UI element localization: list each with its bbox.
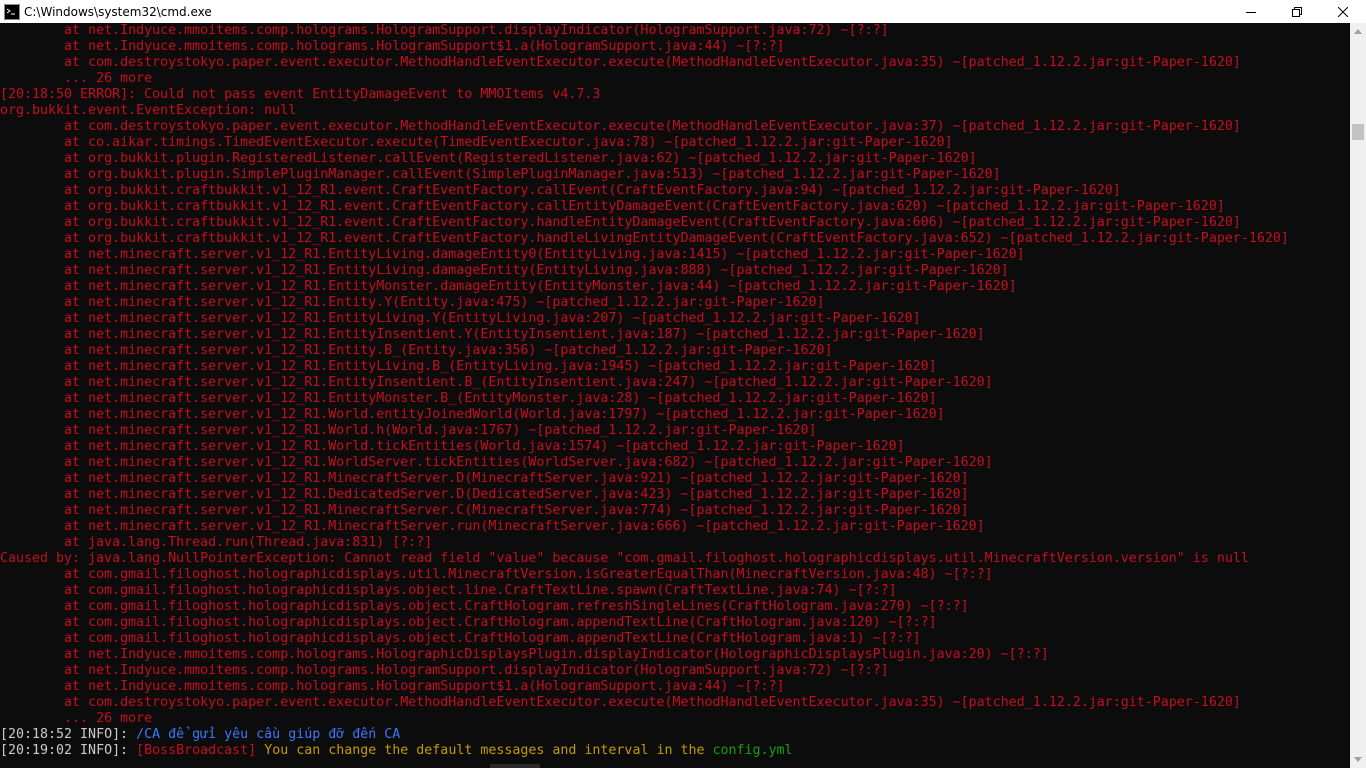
log-lines: at net.Indyuce.mmoitems.comp.holograms.H… xyxy=(0,23,1350,727)
log-line: at org.bukkit.plugin.SimplePluginManager… xyxy=(0,167,1001,182)
log-line: at co.aikar.timings.TimedEventExecutor.e… xyxy=(0,135,953,150)
log-line: at net.minecraft.server.v1_12_R1.Minecra… xyxy=(0,503,969,518)
log-line: at net.minecraft.server.v1_12_R1.Dedicat… xyxy=(0,487,969,502)
log-line: at net.minecraft.server.v1_12_R1.World.h… xyxy=(0,423,817,438)
title-bar[interactable]: C:\Windows\system32\cmd.exe xyxy=(0,0,1366,23)
log-line: at net.minecraft.server.v1_12_R1.EntityM… xyxy=(0,279,1017,294)
log-line: at org.bukkit.craftbukkit.v1_12_R1.event… xyxy=(0,215,1241,230)
log-line: Caused by: java.lang.NullPointerExceptio… xyxy=(0,551,1249,566)
log-line: [20:18:50 ERROR]: Could not pass event E… xyxy=(0,87,601,102)
log-line: at com.gmail.filoghost.holographicdispla… xyxy=(0,631,921,646)
log-line: at net.minecraft.server.v1_12_R1.World.t… xyxy=(0,439,905,454)
minimize-button[interactable] xyxy=(1228,0,1274,23)
scroll-down-button[interactable] xyxy=(1350,751,1366,768)
log-line: at net.Indyuce.mmoitems.comp.holograms.H… xyxy=(0,647,1049,662)
log-line: at com.gmail.filoghost.holographicdispla… xyxy=(0,615,937,630)
log-line: at net.minecraft.server.v1_12_R1.EntityM… xyxy=(0,391,937,406)
window-controls xyxy=(1228,0,1366,23)
chevron-down-icon xyxy=(1354,757,1362,762)
log-line: at java.lang.Thread.run(Thread.java:831)… xyxy=(0,535,433,550)
log-line: at net.minecraft.server.v1_12_R1.Entity.… xyxy=(0,295,825,310)
cmd-icon xyxy=(4,3,20,20)
log-prefix: [20:18:52 INFO]: xyxy=(0,727,137,742)
log-line: at com.gmail.filoghost.holographicdispla… xyxy=(0,567,993,582)
log-line: at net.minecraft.server.v1_12_R1.World.e… xyxy=(0,407,945,422)
log-line: ... 26 more xyxy=(0,711,153,726)
log-line: at net.Indyuce.mmoitems.comp.holograms.H… xyxy=(0,663,889,678)
log-line: at net.minecraft.server.v1_12_R1.Entity.… xyxy=(0,343,833,358)
log-line: at com.gmail.filoghost.holographicdispla… xyxy=(0,599,969,614)
info-line: [20:19:02 INFO]: [BossBroadcast] You can… xyxy=(0,743,1350,759)
log-line: at org.bukkit.craftbukkit.v1_12_R1.event… xyxy=(0,183,1121,198)
console-output[interactable]: at net.Indyuce.mmoitems.comp.holograms.H… xyxy=(0,23,1350,768)
vertical-scrollbar[interactable] xyxy=(1350,23,1366,768)
restore-icon xyxy=(1292,6,1302,17)
log-line: at org.bukkit.plugin.RegisteredListener.… xyxy=(0,151,977,166)
log-line: ... 26 more xyxy=(0,71,153,86)
scroll-up-button[interactable] xyxy=(1350,23,1366,40)
log-line: at net.Indyuce.mmoitems.comp.holograms.H… xyxy=(0,23,889,38)
log-line: at net.minecraft.server.v1_12_R1.EntityL… xyxy=(0,359,937,374)
log-line: at net.minecraft.server.v1_12_R1.EntityL… xyxy=(0,247,1025,262)
log-line: org.bukkit.event.EventException: null xyxy=(0,103,297,118)
taskbar-peek xyxy=(490,764,540,768)
log-line: at net.Indyuce.mmoitems.comp.holograms.H… xyxy=(0,39,785,54)
scroll-thumb[interactable] xyxy=(1352,124,1364,140)
window-title: C:\Windows\system32\cmd.exe xyxy=(24,4,212,19)
log-line: at net.minecraft.server.v1_12_R1.EntityL… xyxy=(0,311,921,326)
close-button[interactable] xyxy=(1320,0,1366,23)
plugin-tag: [BossBroadcast] xyxy=(136,743,257,758)
log-line: at com.destroystokyo.paper.event.executo… xyxy=(0,695,1241,710)
log-prefix: [20:19:02 INFO]: xyxy=(0,743,137,758)
config-file-name: config.yml xyxy=(712,743,793,758)
log-line: at net.minecraft.server.v1_12_R1.Minecra… xyxy=(0,519,985,534)
log-line: at net.minecraft.server.v1_12_R1.Minecra… xyxy=(0,471,969,486)
close-icon xyxy=(1338,6,1348,17)
log-line: at org.bukkit.craftbukkit.v1_12_R1.event… xyxy=(0,231,1289,246)
log-line: at net.minecraft.server.v1_12_R1.EntityI… xyxy=(0,327,985,342)
minimize-icon xyxy=(1246,11,1256,13)
log-message: /CA để gửi yêu cầu giúp đỡ đến CA xyxy=(136,727,401,742)
log-line: at org.bukkit.craftbukkit.v1_12_R1.event… xyxy=(0,199,1225,214)
log-line: at net.Indyuce.mmoitems.comp.holograms.H… xyxy=(0,679,785,694)
log-message: You can change the default messages and … xyxy=(256,743,713,758)
log-line: at com.gmail.filoghost.holographicdispla… xyxy=(0,583,897,598)
log-line: at net.minecraft.server.v1_12_R1.EntityI… xyxy=(0,375,993,390)
restore-button[interactable] xyxy=(1274,0,1320,23)
log-line: at net.minecraft.server.v1_12_R1.WorldSe… xyxy=(0,455,993,470)
log-line: at com.destroystokyo.paper.event.executo… xyxy=(0,119,1241,134)
info-line: [20:18:52 INFO]: /CA để gửi yêu cầu giúp… xyxy=(0,727,1350,743)
log-line: at com.destroystokyo.paper.event.executo… xyxy=(0,55,1241,70)
log-line: at net.minecraft.server.v1_12_R1.EntityL… xyxy=(0,263,1009,278)
chevron-up-icon xyxy=(1354,29,1362,34)
